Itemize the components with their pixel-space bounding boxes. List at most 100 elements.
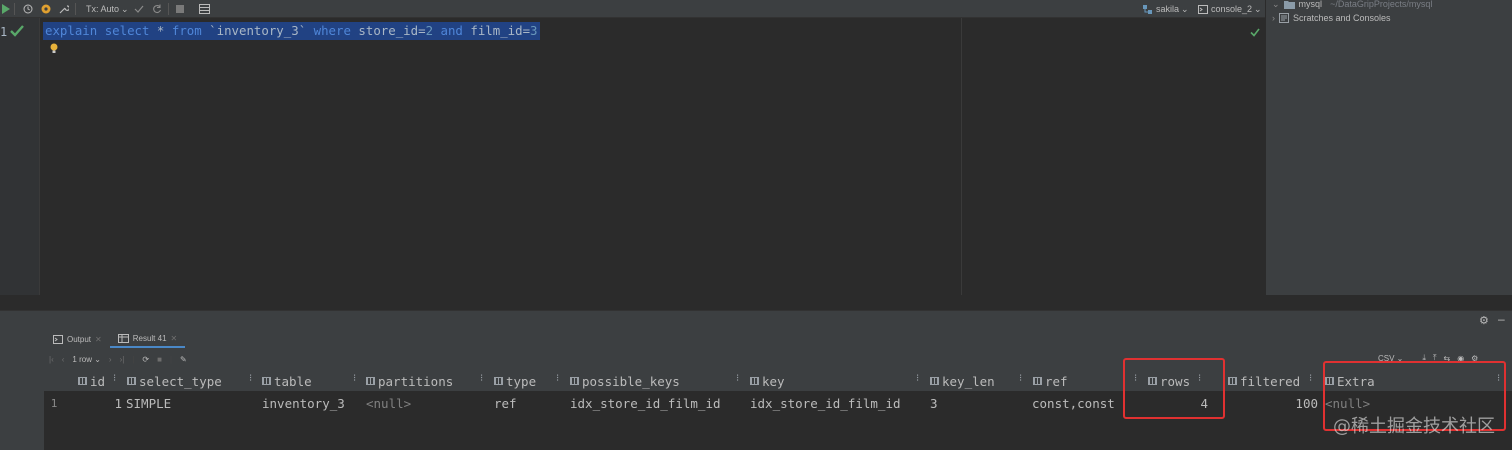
refresh-icon[interactable]: ⟳: [142, 355, 149, 364]
gear-icon[interactable]: ⚙: [1479, 314, 1489, 327]
profile-icon[interactable]: [41, 0, 51, 18]
close-icon[interactable]: ✕: [95, 335, 102, 344]
table-cell-table[interactable]: inventory_3: [262, 393, 345, 413]
column-label: table: [274, 373, 312, 389]
token-value-2: 2: [425, 23, 434, 38]
sql-statement[interactable]: explain select * from `inventory_3` wher…: [43, 22, 540, 40]
column-label: partitions: [378, 373, 454, 389]
sort-icon[interactable]: ⁝: [480, 373, 483, 384]
panel-splitter[interactable]: [0, 295, 1512, 310]
column-header-table[interactable]: table: [262, 370, 312, 392]
console-icon: [53, 334, 63, 344]
token-value-3: 3: [530, 23, 538, 38]
console-selector[interactable]: console_2 ⌄: [1198, 0, 1262, 18]
toolbar-divider: [168, 3, 169, 15]
toolbar-divider: [75, 3, 76, 15]
table-cell-id[interactable]: 1: [64, 393, 122, 413]
sort-icon[interactable]: ⁝: [916, 373, 919, 384]
table-icon: [117, 333, 129, 343]
column-icon: [1228, 377, 1237, 385]
column-label: key: [762, 373, 785, 389]
sql-editor[interactable]: [40, 18, 1265, 295]
pin-icon[interactable]: ✎: [180, 355, 187, 364]
keyword-from: from: [171, 23, 202, 38]
inspection-ok-icon: [1250, 24, 1260, 42]
commit-icon[interactable]: [134, 0, 144, 18]
run-icon[interactable]: [2, 0, 10, 18]
table-cell-type[interactable]: ref: [494, 393, 517, 413]
scratches-item[interactable]: › Scratches and Consoles: [1272, 12, 1391, 24]
keyword-where: where: [313, 23, 351, 38]
table-cell-key[interactable]: idx_store_id_film_id: [750, 393, 901, 413]
tx-mode-dropdown[interactable]: Tx: Auto ⌄: [86, 0, 129, 18]
column-icon: [570, 377, 579, 385]
project-root-item[interactable]: ⌄ mysql ~/DataGripProjects/mysql: [1272, 0, 1432, 10]
results-layout-icon[interactable]: [199, 0, 210, 18]
scratches-label: Scratches and Consoles: [1293, 13, 1391, 23]
row-count-dropdown[interactable]: 1 row ⌄: [72, 355, 101, 364]
sort-icon[interactable]: ⁝: [113, 373, 116, 384]
project-root-label: mysql: [1298, 0, 1323, 9]
lightbulb-icon[interactable]: [50, 41, 58, 59]
tab-output[interactable]: Output ✕: [45, 330, 110, 348]
column-header-key[interactable]: key: [750, 370, 785, 392]
column-icon: [78, 377, 87, 385]
row-number[interactable]: 1: [44, 393, 64, 413]
history-icon[interactable]: [23, 0, 33, 18]
sort-icon[interactable]: ⁝: [353, 373, 356, 384]
chevron-down-icon: ⌄: [1254, 3, 1262, 14]
settings-wrench-icon[interactable]: [59, 0, 69, 18]
token-column-film-id: film_id: [470, 23, 523, 38]
table-cell-filtered[interactable]: 100: [1228, 393, 1318, 413]
token-star: *: [156, 23, 165, 38]
tab-result[interactable]: Result 41 ✕: [109, 330, 186, 348]
chevron-down-icon: ⌄: [1272, 0, 1280, 9]
column-label: id: [90, 373, 106, 389]
column-icon: [750, 377, 759, 385]
stop-icon[interactable]: [176, 0, 184, 18]
column-icon: [1033, 377, 1042, 385]
tab-result-label: Result 41: [132, 333, 167, 343]
column-icon: [366, 377, 375, 385]
column-header-filtered[interactable]: filtered: [1228, 370, 1300, 392]
table-cell-ref[interactable]: const,const: [1032, 393, 1115, 413]
column-header-partitions[interactable]: partitions: [366, 370, 453, 392]
table-cell-possible-keys[interactable]: idx_store_id_film_id: [570, 393, 721, 413]
keyword-select: select: [104, 23, 150, 38]
token-column-store-id: store_id: [358, 23, 419, 38]
column-label: possible_keys: [582, 373, 680, 389]
rollback-icon[interactable]: [152, 0, 162, 18]
watermark: @稀土掘金技术社区: [1333, 416, 1495, 437]
table-cell-select-type[interactable]: SIMPLE: [126, 393, 171, 413]
sort-icon[interactable]: ⁝: [1019, 373, 1022, 384]
stop-icon[interactable]: ■: [157, 355, 162, 364]
column-header-ref[interactable]: ref: [1033, 370, 1068, 392]
console-label: console_2: [1211, 4, 1253, 14]
column-header-id[interactable]: id: [78, 370, 105, 392]
editor-gutter: [0, 18, 40, 295]
keyword-explain: explain: [45, 23, 98, 38]
column-header-select-type[interactable]: select_type: [127, 370, 222, 392]
close-icon[interactable]: ✕: [171, 334, 178, 343]
schema-selector[interactable]: sakila ⌄: [1143, 0, 1189, 18]
column-header-type[interactable]: type: [494, 370, 536, 392]
schema-icon: [1143, 4, 1152, 14]
column-icon: [127, 377, 136, 385]
column-icon: [494, 377, 503, 385]
minimize-icon[interactable]: –: [1498, 312, 1505, 326]
last-page-icon[interactable]: ›|: [120, 355, 125, 364]
table-cell-key-len[interactable]: 3: [930, 393, 938, 413]
schema-label: sakila: [1156, 4, 1180, 14]
sort-icon[interactable]: ⁝: [1309, 373, 1312, 384]
column-header-key-len[interactable]: key_len: [930, 370, 995, 392]
sort-icon[interactable]: ⁝: [736, 373, 739, 384]
chevron-right-icon: ›: [1272, 13, 1275, 23]
sort-icon[interactable]: ⁝: [556, 373, 559, 384]
first-page-icon[interactable]: |‹: [49, 355, 54, 364]
column-label: select_type: [139, 373, 222, 389]
column-header-possible-keys[interactable]: possible_keys: [570, 370, 680, 392]
sort-icon[interactable]: ⁝: [249, 373, 252, 384]
table-cell-partitions[interactable]: <null>: [366, 393, 411, 413]
previous-page-icon[interactable]: ‹: [62, 355, 65, 364]
next-page-icon[interactable]: ›: [109, 355, 112, 364]
